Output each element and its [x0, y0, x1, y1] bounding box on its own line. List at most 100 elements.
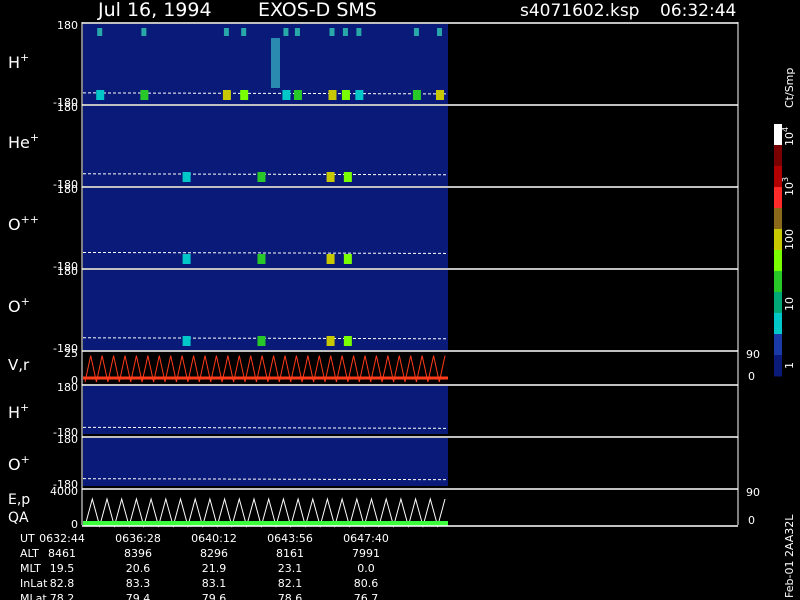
ytick-label: 180: [57, 101, 78, 114]
burst-cell-top: [329, 28, 335, 36]
ut-table: UT 0632:44 0636:28 0640:12 0643:56 0647:40 ALT…: [20, 532, 389, 600]
header-file: s4071602.ksp: [520, 1, 639, 21]
ut-cell: 79.6: [202, 592, 227, 600]
right-tick-label: 90: [746, 348, 760, 361]
colorbar-segment: [774, 271, 782, 293]
burst-cell-top: [97, 28, 103, 36]
ut-cell: 7991: [352, 547, 380, 560]
colorbar-segment: [774, 166, 782, 188]
ut-cell: 8396: [124, 547, 152, 560]
cbar-tick-10e4: 104: [781, 127, 796, 146]
burst-cell: [222, 90, 231, 100]
burst-cell: [341, 90, 350, 100]
label-o-plus-2: O+: [8, 453, 30, 474]
ut-cell: 0647:40: [343, 532, 389, 545]
label-o-plusplus: O++: [8, 213, 39, 234]
burst-cell: [140, 90, 149, 100]
label-ep: E,p: [8, 492, 30, 508]
panel-labels: H+ He+ O++ O+ V,r H+ O+ E,p QA: [8, 51, 39, 526]
ut-cell: 82.1: [278, 577, 303, 590]
right-tick-label: 0: [748, 514, 755, 527]
label-qa: QA: [8, 510, 29, 526]
heatmap-background: [83, 24, 448, 104]
ut-cell: 0643:56: [267, 532, 313, 545]
burst-streak: [271, 38, 280, 88]
right-tick-label: 90: [746, 486, 760, 499]
cbar-tick-10: 10: [783, 297, 796, 311]
colorbar-strip: [774, 124, 782, 377]
ut-row-label: UT: [20, 532, 35, 545]
colorbar-ticks: 104 103 100 10 1: [781, 127, 796, 369]
burst-cell-top: [342, 28, 348, 36]
ut-cell: 0632:44: [39, 532, 85, 545]
colorbar-segment: [774, 355, 782, 377]
label-h-plus: H+: [8, 51, 29, 72]
ut-cell: 78.2: [50, 592, 75, 600]
burst-cell: [257, 254, 266, 264]
burst-cell: [282, 90, 291, 100]
ut-cell: 8161: [276, 547, 304, 560]
right-tick-label: 0: [748, 370, 755, 383]
figure-canvas: Jul 16, 1994 EXOS-D SMS s4071602.ksp 06:…: [8, 0, 796, 600]
colorbar-segment: [774, 187, 782, 209]
burst-cell: [436, 90, 444, 100]
ytick-label: 180: [57, 265, 78, 278]
ut-row-label: InLat: [20, 577, 48, 590]
ut-cell: 0640:12: [191, 532, 237, 545]
ut-cell: 80.6: [354, 577, 379, 590]
burst-cell-top: [294, 28, 300, 36]
burst-cell: [182, 172, 191, 182]
burst-cell-top: [241, 28, 247, 36]
ut-cell: 8296: [200, 547, 228, 560]
heatmap-background: [83, 386, 448, 434]
ut-cell: 0.0: [357, 562, 375, 575]
label-he-plus: He+: [8, 131, 39, 152]
header-instrument: EXOS-D SMS: [258, 0, 377, 21]
ut-cell: 21.9: [202, 562, 227, 575]
burst-cell: [240, 90, 249, 100]
burst-cell-top: [413, 28, 419, 36]
ytick-label: 180: [57, 183, 78, 196]
ut-cell: 20.6: [126, 562, 151, 575]
ut-row-label: MLat: [20, 592, 47, 600]
burst-cell: [182, 254, 191, 264]
header: Jul 16, 1994 EXOS-D SMS s4071602.ksp 06:…: [97, 0, 736, 21]
ut-cell: 23.1: [278, 562, 303, 575]
ytick-label: 4000: [50, 485, 78, 498]
burst-cell: [326, 172, 335, 182]
ytick-label: 180: [57, 433, 78, 446]
burst-cell: [343, 254, 352, 264]
burst-cell-top: [437, 28, 442, 36]
footer-tag: Feb-01 2AA32L: [783, 514, 796, 598]
colorbar-segment: [774, 208, 782, 230]
header-time: 06:32:44: [660, 1, 736, 21]
ut-cell: 78.6: [278, 592, 303, 600]
ytick-label: 25: [64, 347, 78, 360]
burst-cell: [257, 336, 266, 346]
ut-cell: 83.1: [202, 577, 227, 590]
ytick-label: 180: [57, 19, 78, 32]
label-o-plus: O+: [8, 295, 30, 316]
cbar-tick-100: 100: [783, 229, 796, 250]
ytick-label: 0: [71, 518, 78, 531]
burst-cell: [182, 336, 191, 346]
burst-cell: [355, 90, 364, 100]
burst-cell: [326, 336, 335, 346]
colorbar-segment: [774, 313, 782, 335]
label-vr: V,r: [8, 356, 30, 374]
header-date: Jul 16, 1994: [97, 0, 212, 21]
burst-cell: [257, 172, 266, 182]
burst-cell-top: [223, 28, 229, 36]
burst-cell: [343, 336, 352, 346]
cbar-tick-1: 1: [783, 362, 796, 369]
ut-cell: 19.5: [50, 562, 75, 575]
colorbar: Ct/Smp 104 103 100 10 1: [774, 68, 796, 377]
label-h-plus-2: H+: [8, 401, 29, 422]
burst-cell: [293, 90, 302, 100]
cbar-tick-10e3: 103: [781, 177, 796, 196]
colorbar-segment: [774, 334, 782, 356]
colorbar-unit-label: Ct/Smp: [783, 68, 796, 108]
ut-row-label: MLT: [20, 562, 41, 575]
ut-cell: 0636:28: [115, 532, 161, 545]
panels-group: [82, 22, 738, 528]
